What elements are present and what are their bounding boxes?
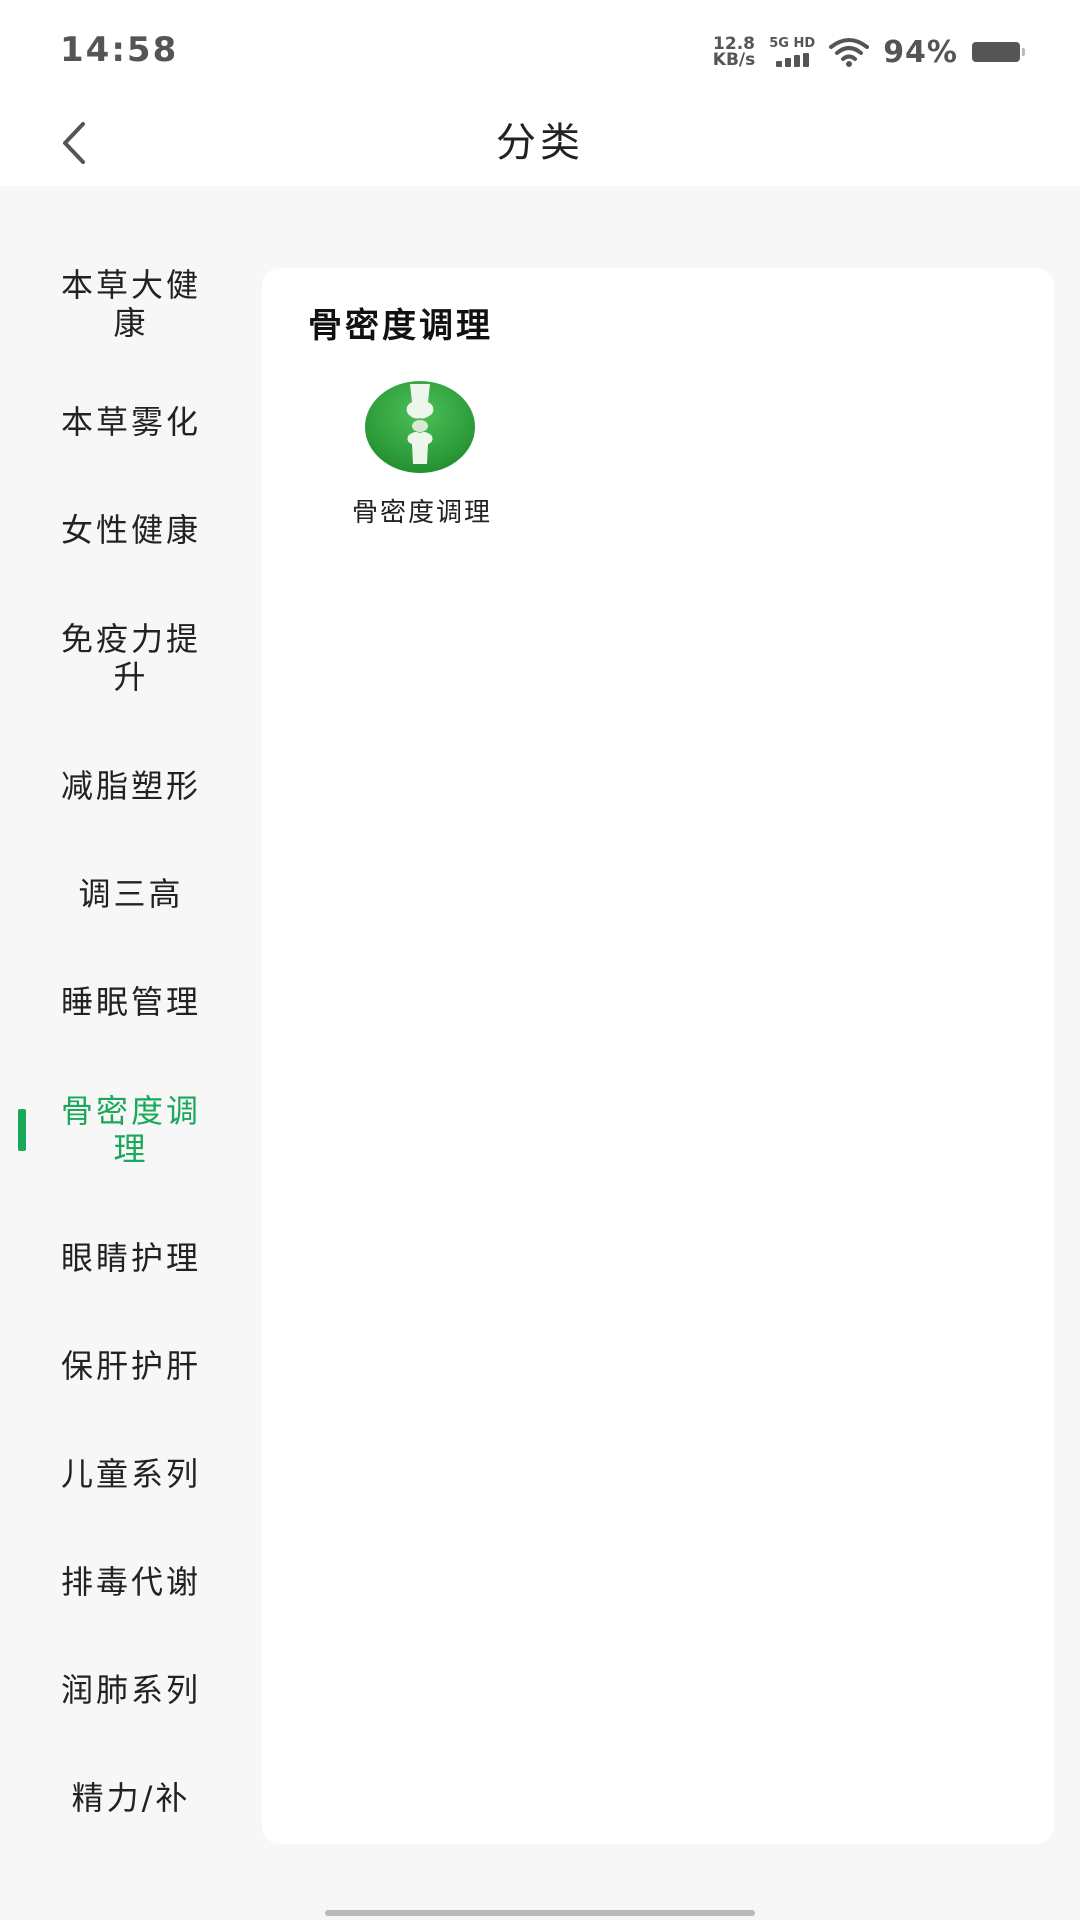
category-tile-bone-density[interactable]: 骨密度调理 — [332, 380, 512, 540]
sidebar-item-bone-density[interactable]: 骨密度调理 — [0, 1056, 262, 1204]
category-sidebar: 本草大健康 本草雾化 女性健康 免疫力提升 减脂塑形 调三高 睡眠管理 骨密度调… — [0, 240, 262, 1880]
signal-bars-icon — [775, 53, 809, 67]
sidebar-item-liver-care[interactable]: 保肝护肝 — [0, 1312, 262, 1420]
sidebar-item-energy[interactable]: 精力/补 — [0, 1744, 262, 1852]
sidebar-item-label: 女性健康 — [60, 511, 201, 549]
sidebar-item-detox[interactable]: 排毒代谢 — [0, 1528, 262, 1636]
sidebar-item-womens-health[interactable]: 女性健康 — [0, 476, 262, 584]
sidebar-item-label: 骨密度调理 — [60, 1092, 201, 1168]
sidebar-item-label: 免疫力提升 — [60, 620, 201, 696]
sidebar-item-herbal-nebulization[interactable]: 本草雾化 — [0, 368, 262, 476]
sidebar-item-label: 睡眠管理 — [60, 983, 201, 1021]
network-speed-unit: KB/s — [712, 50, 756, 70]
section-title: 骨密度调理 — [308, 306, 493, 346]
signal-label: 5G HD — [769, 36, 816, 51]
sidebar-item-lung-care[interactable]: 润肺系列 — [0, 1636, 262, 1744]
status-time: 14:58 — [60, 30, 179, 70]
sidebar-item-herbal-health[interactable]: 本草大健康 — [0, 240, 262, 368]
sidebar-item-children[interactable]: 儿童系列 — [0, 1420, 262, 1528]
sidebar-item-label: 排毒代谢 — [60, 1563, 201, 1601]
battery-icon — [972, 42, 1025, 62]
network-speed: 12.8 KB/s — [712, 36, 756, 70]
wifi-icon — [829, 38, 870, 67]
category-content-panel: 骨密度调理 骨密度调理 — [262, 268, 1054, 1844]
home-indicator[interactable] — [325, 1910, 755, 1916]
sidebar-item-eye-care[interactable]: 眼睛护理 — [0, 1204, 262, 1312]
sidebar-item-label: 本草大健康 — [60, 266, 201, 342]
cellular-signal: 5G HD — [769, 37, 815, 67]
sidebar-item-label: 润肺系列 — [60, 1671, 201, 1709]
active-indicator — [18, 1109, 26, 1151]
category-tile-label: 骨密度调理 — [351, 498, 492, 528]
sidebar-item-label: 精力/补 — [71, 1779, 191, 1817]
sidebar-item-label: 调三高 — [78, 875, 184, 913]
sidebar-item-label: 保肝护肝 — [60, 1347, 201, 1385]
sidebar-item-three-highs[interactable]: 调三高 — [0, 840, 262, 948]
sidebar-item-label: 减脂塑形 — [60, 767, 201, 805]
category-screen: 14:58 12.8 KB/s 5G HD 94% 分类 本草大健康 本草雾化 … — [0, 0, 1080, 1920]
bone-joint-icon — [365, 381, 475, 473]
page-title: 分类 — [496, 120, 584, 166]
status-indicators: 12.8 KB/s 5G HD 94% — [712, 30, 1025, 74]
sidebar-item-label: 眼睛护理 — [60, 1239, 201, 1277]
sidebar-item-label: 儿童系列 — [60, 1455, 201, 1493]
navigation-bar: 分类 — [0, 100, 1080, 186]
sidebar-item-sleep[interactable]: 睡眠管理 — [0, 948, 262, 1056]
sidebar-item-fat-loss[interactable]: 减脂塑形 — [0, 732, 262, 840]
status-bar: 14:58 12.8 KB/s 5G HD 94% — [0, 0, 1080, 100]
sidebar-item-immunity[interactable]: 免疫力提升 — [0, 584, 262, 732]
sidebar-item-label: 本草雾化 — [60, 403, 201, 441]
battery-percent: 94% — [883, 34, 958, 70]
